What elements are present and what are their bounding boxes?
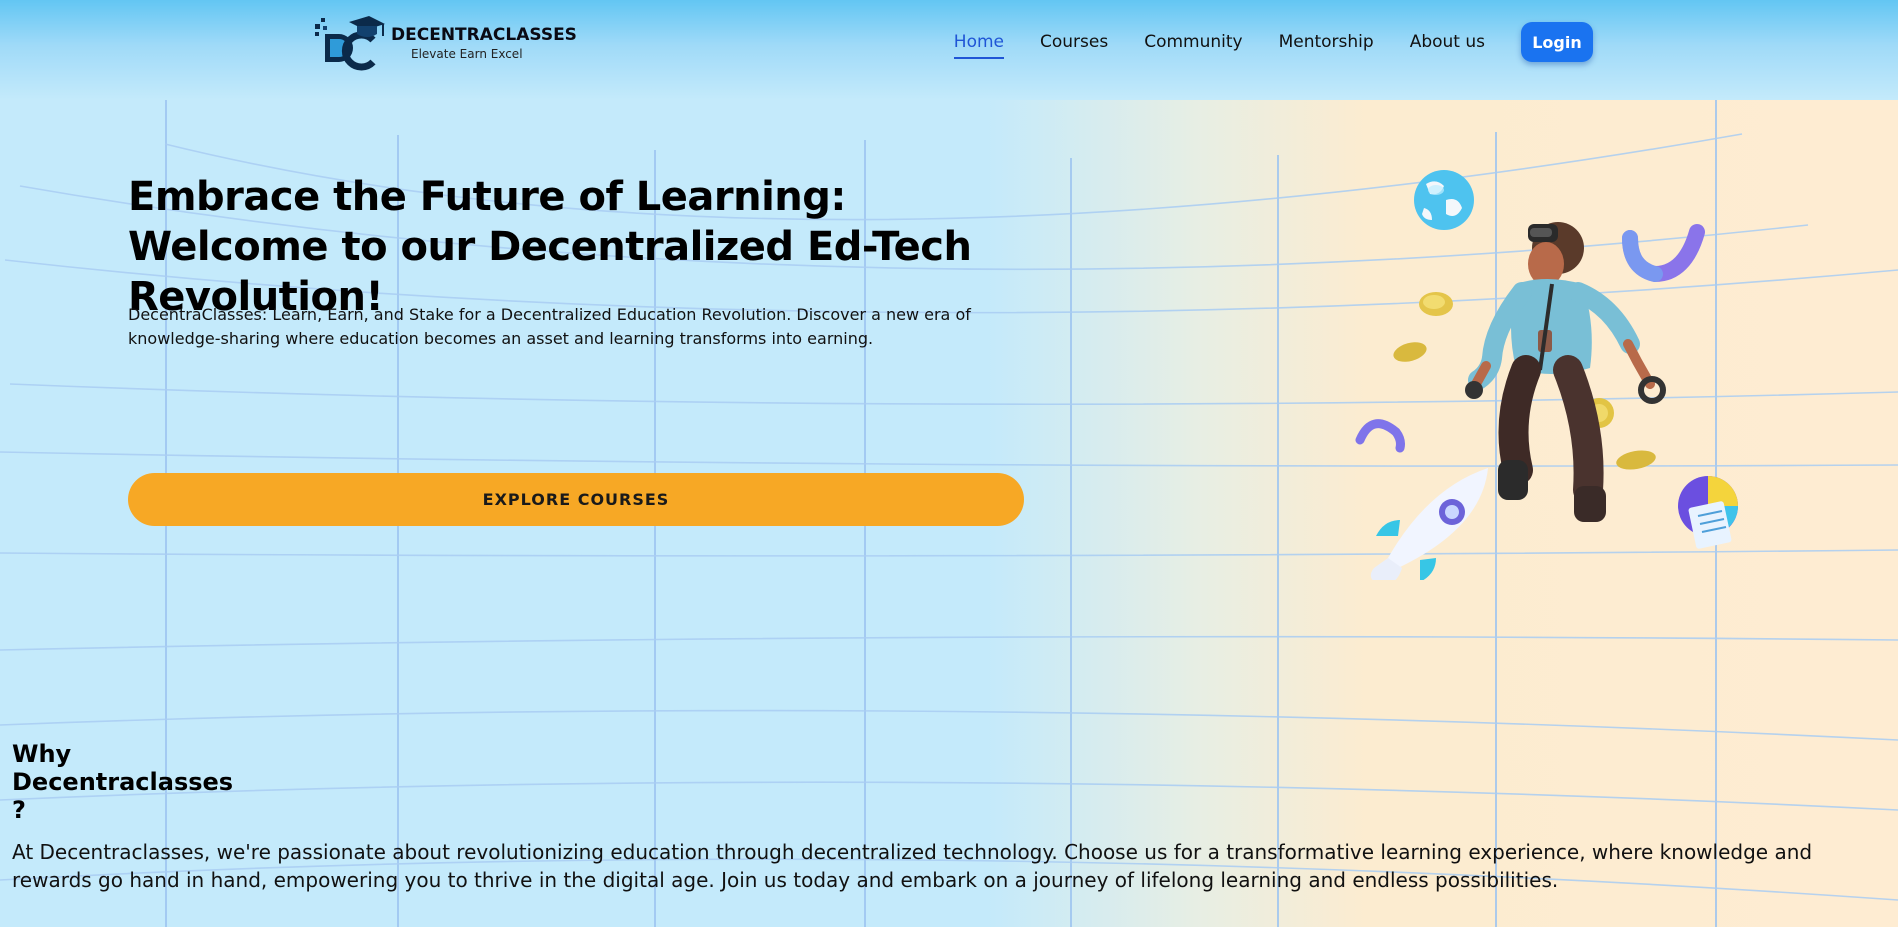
nav-courses[interactable]: Courses — [1040, 28, 1108, 56]
globe-icon — [1414, 170, 1474, 230]
logo-mark-icon — [315, 16, 385, 71]
brand-name: DECENTRACLASSES — [391, 25, 577, 45]
main-nav: Home Courses Community Mentorship About … — [918, 0, 1593, 84]
magnet-shape-icon — [1622, 224, 1705, 283]
nav-mentorship[interactable]: Mentorship — [1279, 28, 1374, 56]
site-header: DECENTRACLASSES Elevate Earn Excel Home … — [0, 0, 1898, 100]
nav-home[interactable]: Home — [953, 28, 1005, 59]
hero-subtitle: DecentraClasses: Learn, Earn, and Stake … — [128, 305, 971, 348]
rocket-icon — [1370, 468, 1488, 580]
why-section-text: At Decentraclasses, we're passionate abo… — [12, 840, 1813, 892]
hero-illustration — [1355, 170, 1738, 580]
brand-logo[interactable]: DECENTRACLASSES Elevate Earn Excel — [313, 14, 577, 72]
why-section-title: Why Decentraclasses ? — [12, 740, 234, 824]
hero-title: Embrace the Future of Learning: Welcome … — [128, 174, 972, 320]
brand-tagline: Elevate Earn Excel — [411, 47, 523, 61]
login-button[interactable]: Login — [1521, 22, 1593, 62]
nav-about-us[interactable]: About us — [1410, 28, 1485, 56]
pie-chart-icon — [1678, 476, 1738, 549]
explore-courses-button[interactable]: EXPLORE COURSES — [128, 473, 1024, 526]
arc-shape-icon — [1355, 419, 1405, 453]
nav-community[interactable]: Community — [1144, 28, 1242, 56]
